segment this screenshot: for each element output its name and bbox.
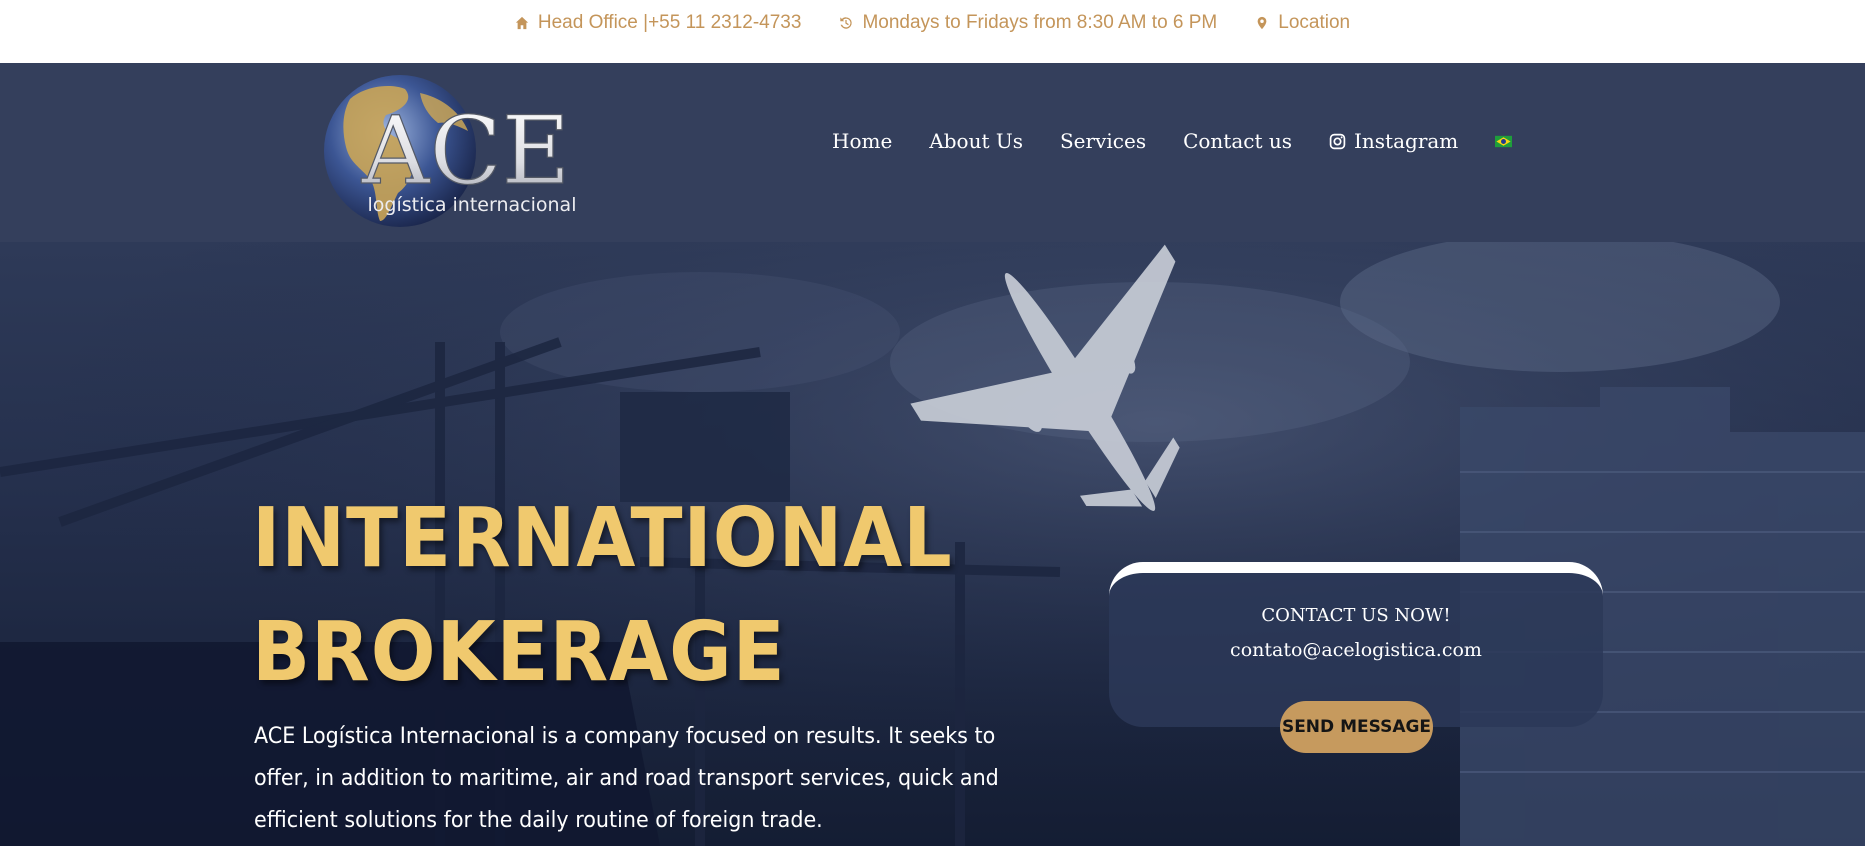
hero-description: ACE Logística Internacional is a company… (254, 724, 999, 833)
ace-logo[interactable]: ACE logística internacional (320, 71, 590, 231)
brazil-flag-icon (1495, 135, 1513, 147)
nav-instagram-label: Instagram (1354, 129, 1459, 153)
nav-instagram[interactable]: Instagram (1329, 129, 1458, 153)
head-office-info[interactable]: Head Office |+55 11 2312-4733 (515, 11, 802, 34)
hero-headline-line-1: INTERNATIONAL (252, 491, 953, 586)
nav-contact-us[interactable]: Contact us (1183, 129, 1292, 153)
logo-sub-text: logística internacional (368, 194, 577, 216)
nav-contact-us-label: Contact us (1183, 129, 1293, 153)
location-link[interactable]: Location (1255, 12, 1350, 34)
language-switcher[interactable] (1495, 133, 1513, 150)
top-info-bar: Head Office |+55 11 2312-4733 Mondays to… (0, 0, 1865, 63)
location-pin-icon (1257, 16, 1267, 29)
nav-about-us[interactable]: About Us (929, 129, 1023, 153)
home-icon (515, 16, 528, 29)
main-nav: Home About Us Services Contact us Instag… (832, 129, 1549, 153)
site-header: ACE logística internacional Home About U… (0, 63, 1865, 242)
logo-main-text: ACE (361, 97, 570, 206)
hero-section: INTERNATIONAL BROKERAGE ACE Logística In… (0, 242, 1865, 846)
history-icon (840, 16, 853, 29)
instagram-icon (1329, 133, 1346, 149)
nav-home[interactable]: Home (832, 129, 892, 153)
opening-hours-text: Mondays to Fridays from 8:30 AM to 6 PM (862, 11, 1218, 33)
nav-services[interactable]: Services (1060, 129, 1146, 153)
location-text: Location (1278, 11, 1351, 33)
nav-services-label: Services (1059, 129, 1147, 153)
nav-about-us-label: About Us (929, 129, 1023, 153)
send-message-button[interactable]: SEND MESSAGE (1280, 701, 1433, 753)
nav-home-label: Home (832, 129, 893, 153)
contact-card-title: CONTACT US NOW! (1261, 605, 1451, 626)
head-office-text: Head Office |+55 11 2312-4733 (537, 11, 802, 33)
contact-email[interactable]: contato@acelogistica.com (1109, 639, 1603, 661)
hero-headline: INTERNATIONAL BROKERAGE (252, 482, 953, 710)
hero-headline-line-2: BROKERAGE (252, 605, 786, 700)
opening-hours-info: Mondays to Fridays from 8:30 AM to 6 PM (839, 12, 1217, 34)
